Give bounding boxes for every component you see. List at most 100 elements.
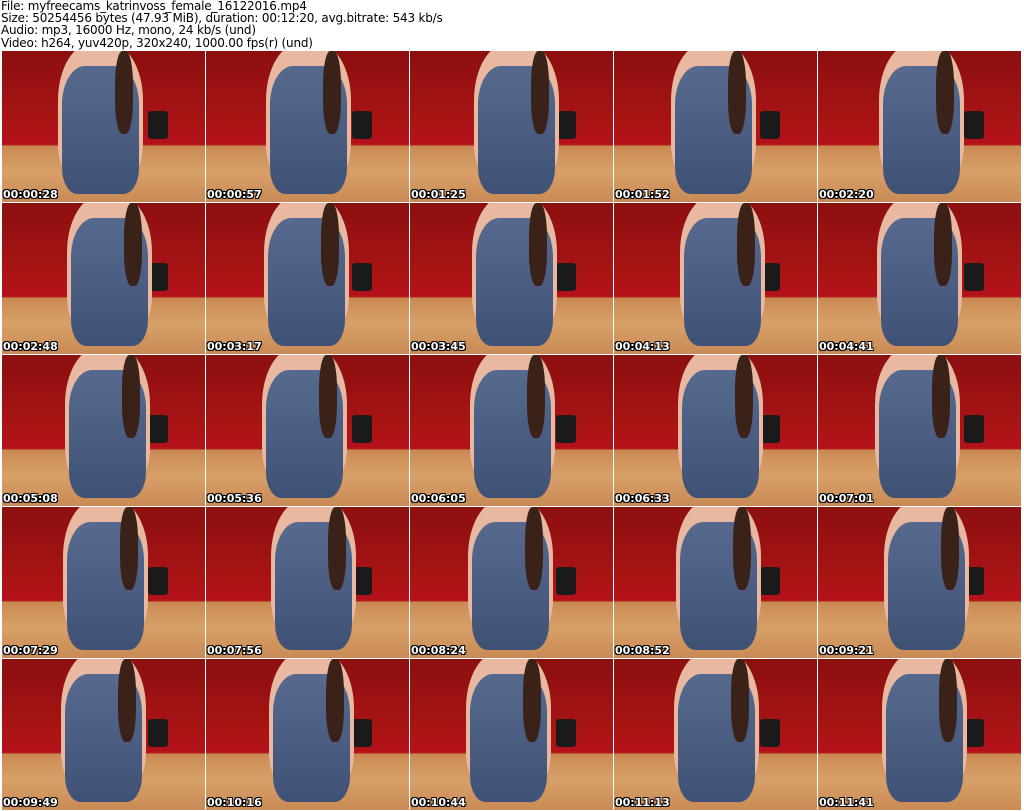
chair [556, 111, 577, 139]
audio-info: Audio: mp3, 16000 Hz, mono, 24 kb/s (und… [1, 23, 256, 38]
hair [931, 355, 950, 439]
chair [556, 567, 577, 595]
video-thumbnail: 00:09:49 [2, 659, 205, 810]
timestamp: 00:00:57 [207, 188, 262, 201]
video-thumbnail: 00:07:29 [2, 507, 205, 658]
video-thumbnail: 00:02:48 [2, 203, 205, 354]
hair [526, 355, 545, 439]
chair [352, 263, 373, 291]
chair [964, 415, 985, 443]
chair [556, 719, 577, 747]
video-thumbnail: 00:11:13 [614, 659, 817, 810]
hair [736, 203, 755, 287]
hair [121, 355, 140, 439]
hair [119, 507, 138, 591]
chair [556, 263, 577, 291]
chair [148, 415, 169, 443]
video-thumbnail: 00:11:41 [818, 659, 1021, 810]
timestamp: 00:04:41 [819, 340, 874, 353]
timestamp: 00:00:28 [3, 188, 58, 201]
chair [964, 111, 985, 139]
hair [117, 659, 136, 743]
video-thumbnail: 00:06:05 [410, 355, 613, 506]
hair [727, 51, 746, 135]
hair [528, 203, 547, 287]
chair [352, 111, 373, 139]
timestamp: 00:10:44 [411, 796, 466, 809]
timestamp: 00:05:08 [3, 492, 58, 505]
video-thumbnail: 00:07:56 [206, 507, 409, 658]
hair [325, 659, 344, 743]
timestamp: 00:09:49 [3, 796, 58, 809]
video-thumbnail: 00:04:13 [614, 203, 817, 354]
hair [123, 203, 142, 287]
hair [935, 51, 954, 135]
video-thumbnail: 00:01:52 [614, 51, 817, 202]
video-thumbnail: 00:07:01 [818, 355, 1021, 506]
video-thumbnail: 00:03:17 [206, 203, 409, 354]
hair [114, 51, 133, 135]
timestamp: 00:07:29 [3, 644, 58, 657]
timestamp: 00:07:56 [207, 644, 262, 657]
file-info-header: File: myfreecams_katrinvoss_female_16122… [1, 0, 443, 49]
video-thumbnail: 00:03:45 [410, 203, 613, 354]
chair [760, 111, 781, 139]
chair [148, 567, 169, 595]
timestamp: 00:05:36 [207, 492, 262, 505]
video-thumbnail: 00:08:24 [410, 507, 613, 658]
timestamp: 00:09:21 [819, 644, 874, 657]
chair [352, 719, 373, 747]
timestamp: 00:06:33 [615, 492, 670, 505]
timestamp: 00:04:13 [615, 340, 670, 353]
video-thumbnail: 00:05:08 [2, 355, 205, 506]
video-thumbnail: 00:02:20 [818, 51, 1021, 202]
timestamp: 00:03:45 [411, 340, 466, 353]
video-thumbnail: 00:08:52 [614, 507, 817, 658]
chair [760, 567, 781, 595]
timestamp: 00:10:16 [207, 796, 262, 809]
timestamp: 00:07:01 [819, 492, 874, 505]
hair [933, 203, 952, 287]
hair [938, 659, 957, 743]
hair [734, 355, 753, 439]
chair [964, 719, 985, 747]
video-thumbnail: 00:04:41 [818, 203, 1021, 354]
video-info: Video: h264, yuv420p, 320x240, 1000.00 f… [1, 35, 313, 50]
chair [964, 263, 985, 291]
video-thumbnail: 00:10:44 [410, 659, 613, 810]
video-thumbnail: 00:10:16 [206, 659, 409, 810]
hair [940, 507, 959, 591]
video-thumbnail: 00:00:57 [206, 51, 409, 202]
video-thumbnail: 00:00:28 [2, 51, 205, 202]
timestamp: 00:11:13 [615, 796, 670, 809]
hair [530, 51, 549, 135]
chair [760, 415, 781, 443]
hair [327, 507, 346, 591]
video-thumbnail: 00:06:33 [614, 355, 817, 506]
chair [352, 415, 373, 443]
video-thumbnail: 00:01:25 [410, 51, 613, 202]
timestamp: 00:06:05 [411, 492, 466, 505]
timestamp: 00:03:17 [207, 340, 262, 353]
timestamp: 00:08:24 [411, 644, 466, 657]
hair [524, 507, 543, 591]
hair [732, 507, 751, 591]
timestamp: 00:01:52 [615, 188, 670, 201]
hair [730, 659, 749, 743]
chair [148, 111, 169, 139]
hair [322, 51, 341, 135]
hair [318, 355, 337, 439]
video-thumbnail: 00:09:21 [818, 507, 1021, 658]
chair [148, 719, 169, 747]
timestamp: 00:01:25 [411, 188, 466, 201]
timestamp: 00:08:52 [615, 644, 670, 657]
video-thumbnail: 00:05:36 [206, 355, 409, 506]
timestamp: 00:02:48 [3, 340, 58, 353]
chair [760, 719, 781, 747]
timestamp: 00:11:41 [819, 796, 874, 809]
chair [556, 415, 577, 443]
hair [320, 203, 339, 287]
thumbnail-grid: 00:00:28 00:00:57 00:01:25 00:01:52 00:02:20… [2, 51, 1021, 810]
hair [522, 659, 541, 743]
timestamp: 00:02:20 [819, 188, 874, 201]
